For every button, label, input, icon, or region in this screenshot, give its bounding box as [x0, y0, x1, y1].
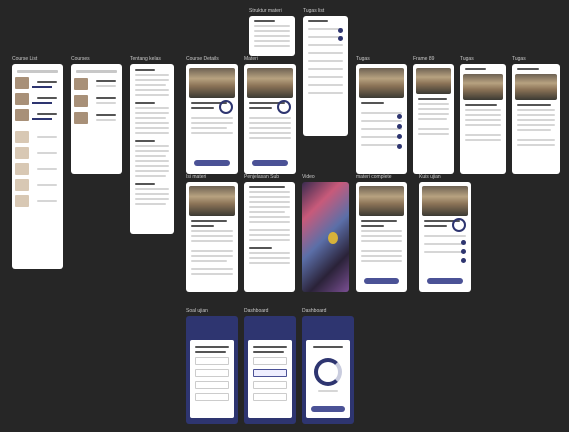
frame-video[interactable]: Video — [302, 174, 349, 292]
list-item[interactable] — [15, 77, 60, 89]
answer-option[interactable] — [195, 381, 229, 389]
frame-course-list[interactable]: Course List — [12, 56, 63, 269]
progress-ring — [277, 100, 291, 114]
list-item[interactable] — [15, 195, 60, 207]
phone-screen — [512, 64, 560, 174]
frame-label: materi complete — [356, 174, 392, 180]
frame-label: Soal ujian — [186, 308, 208, 314]
phone-screen — [249, 16, 295, 56]
frame-isi-materi[interactable]: Isi materi — [186, 174, 238, 292]
course-image — [189, 186, 235, 216]
phone-screen — [460, 64, 506, 174]
answer-option[interactable] — [195, 369, 229, 377]
list-item[interactable] — [15, 93, 60, 105]
phone-screen — [244, 182, 295, 292]
frame-tugas-3[interactable]: Tugas — [512, 56, 560, 174]
course-image — [189, 68, 235, 98]
phone-screen — [130, 64, 174, 234]
frame-label: Penjelasan Sub — [244, 174, 280, 180]
frame-materi[interactable]: Materi — [244, 56, 296, 174]
phone-screen — [71, 64, 122, 174]
continue-button[interactable] — [252, 160, 288, 166]
frame-dashboard-2[interactable]: Dashboard — [302, 308, 354, 424]
answer-option[interactable] — [253, 357, 287, 365]
frame-label: Isi materi — [186, 174, 207, 180]
course-image — [359, 68, 404, 98]
course-image — [422, 186, 468, 216]
frame-89[interactable]: Frame 89 — [413, 56, 454, 174]
phone-screen — [419, 182, 471, 292]
list-item[interactable] — [15, 179, 60, 191]
list-item[interactable] — [74, 77, 119, 90]
design-canvas: { "canvas": {"background": "#262626", "a… — [0, 0, 569, 432]
frame-label: Struktur materi — [249, 8, 282, 14]
list-item[interactable] — [74, 94, 119, 107]
question-card — [190, 340, 234, 418]
phone-screen — [413, 64, 454, 174]
answer-option[interactable] — [253, 381, 287, 389]
question-card — [248, 340, 292, 418]
start-quiz-button[interactable] — [427, 278, 463, 284]
course-image — [247, 68, 293, 98]
list-item[interactable] — [15, 163, 60, 175]
list-item[interactable] — [15, 131, 60, 143]
frame-penjelasan-sub[interactable]: Penjelasan Sub — [244, 174, 295, 292]
phone-screen — [186, 316, 238, 424]
frame-soal-ujian[interactable]: Soal ujian — [186, 308, 238, 424]
check-icon — [338, 36, 343, 41]
frame-label: Materi — [244, 56, 258, 62]
frame-label: Tugas — [356, 56, 370, 62]
frame-kuis-ujian[interactable]: Kuis ujian — [419, 174, 471, 292]
frame-label: Course Details — [186, 56, 219, 62]
list-item[interactable] — [15, 109, 60, 121]
frame-label: Frame 89 — [413, 56, 435, 62]
phone-screen — [356, 64, 407, 174]
video-player[interactable] — [302, 182, 349, 292]
continue-button[interactable] — [364, 278, 399, 284]
phone-screen — [303, 16, 348, 136]
course-thumbnail — [15, 77, 29, 89]
frame-label: Dashboard — [244, 308, 269, 314]
frame-label: Tugas — [460, 56, 474, 62]
frame-tugas-list[interactable]: Tugas list — [303, 8, 348, 136]
frame-label: Tentang kelas — [130, 56, 161, 62]
phone-screen — [302, 316, 354, 424]
frame-tentang-kelas[interactable]: Tentang kelas — [130, 56, 174, 234]
progress-ring — [219, 100, 233, 114]
answer-option[interactable] — [253, 393, 287, 401]
frame-label: Dashboard — [302, 308, 327, 314]
phone-screen — [186, 64, 238, 174]
frame-label: Tugas list — [303, 8, 325, 14]
start-button[interactable] — [194, 160, 230, 166]
list-item[interactable] — [15, 147, 60, 159]
frame-label: Course List — [12, 56, 38, 62]
answer-option[interactable] — [195, 357, 229, 365]
answer-option-selected[interactable] — [253, 369, 287, 377]
result-card — [306, 340, 350, 418]
frame-materi-complete[interactable]: materi complete — [356, 174, 407, 292]
frame-struktur-materi[interactable]: Struktur materi — [249, 8, 295, 56]
phone-screen — [244, 64, 296, 174]
frame-label: Courses — [71, 56, 90, 62]
phone-screen — [12, 64, 63, 269]
finish-button[interactable] — [311, 406, 345, 412]
frame-label: Video — [302, 174, 315, 180]
frame-course-details[interactable]: Course Details — [186, 56, 238, 174]
answer-option[interactable] — [195, 393, 229, 401]
frame-label: Kuis ujian — [419, 174, 441, 180]
phone-screen — [186, 182, 238, 292]
frame-label: Tugas — [512, 56, 526, 62]
list-item[interactable] — [74, 111, 119, 124]
check-icon — [338, 28, 343, 33]
score-donut — [314, 358, 342, 386]
frame-courses[interactable]: Courses — [71, 56, 122, 174]
progress-ring — [452, 218, 466, 232]
phone-screen — [244, 316, 296, 424]
course-image — [359, 186, 404, 216]
frame-dashboard[interactable]: Dashboard — [244, 308, 296, 424]
phone-screen — [356, 182, 407, 292]
frame-tugas[interactable]: Tugas — [356, 56, 407, 174]
frame-tugas-2[interactable]: Tugas — [460, 56, 506, 174]
